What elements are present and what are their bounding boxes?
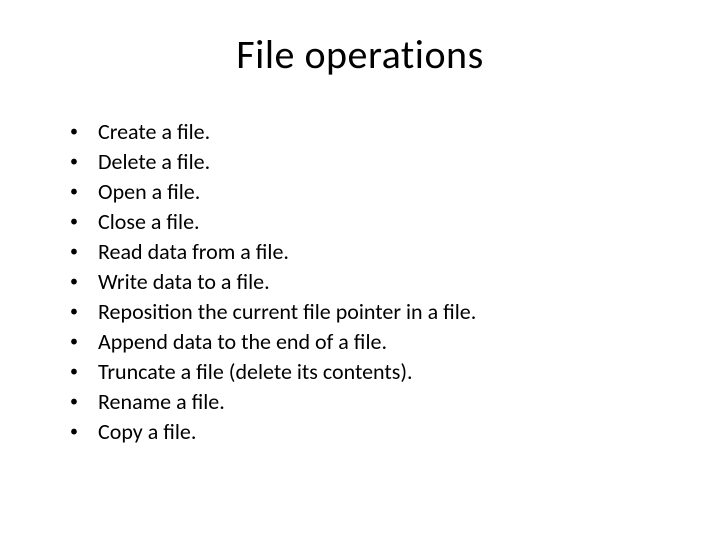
list-item-text: Delete a file. xyxy=(98,147,660,177)
list-item: • Truncate a file (delete its contents). xyxy=(70,357,660,387)
list-item-text: Read data from a file. xyxy=(98,237,660,267)
list-item-text: Copy a file. xyxy=(98,417,660,447)
list-item-text: Open a file. xyxy=(98,177,660,207)
bullet-list: • Create a file. • Delete a file. • Open… xyxy=(60,117,660,447)
bullet-icon: • xyxy=(70,237,98,267)
list-item: • Reposition the current file pointer in… xyxy=(70,297,660,327)
bullet-icon: • xyxy=(70,147,98,177)
bullet-icon: • xyxy=(70,177,98,207)
bullet-icon: • xyxy=(70,417,98,447)
list-item: • Delete a file. xyxy=(70,147,660,177)
list-item: • Append data to the end of a file. xyxy=(70,327,660,357)
list-item-text: Truncate a file (delete its contents). xyxy=(98,357,660,387)
slide-title: File operations xyxy=(60,30,660,79)
list-item: • Close a file. xyxy=(70,207,660,237)
list-item-text: Write data to a file. xyxy=(98,267,660,297)
list-item-text: Reposition the current file pointer in a… xyxy=(98,297,660,327)
list-item-text: Close a file. xyxy=(98,207,660,237)
list-item: • Rename a file. xyxy=(70,387,660,417)
bullet-icon: • xyxy=(70,387,98,417)
list-item: • Create a file. xyxy=(70,117,660,147)
bullet-icon: • xyxy=(70,207,98,237)
slide: File operations • Create a file. • Delet… xyxy=(0,0,720,540)
bullet-icon: • xyxy=(70,357,98,387)
bullet-icon: • xyxy=(70,327,98,357)
list-item-text: Rename a file. xyxy=(98,387,660,417)
bullet-icon: • xyxy=(70,297,98,327)
list-item-text: Create a file. xyxy=(98,117,660,147)
list-item: • Write data to a file. xyxy=(70,267,660,297)
list-item-text: Append data to the end of a file. xyxy=(98,327,660,357)
bullet-icon: • xyxy=(70,117,98,147)
list-item: • Open a file. xyxy=(70,177,660,207)
list-item: • Copy a file. xyxy=(70,417,660,447)
list-item: • Read data from a file. xyxy=(70,237,660,267)
bullet-icon: • xyxy=(70,267,98,297)
